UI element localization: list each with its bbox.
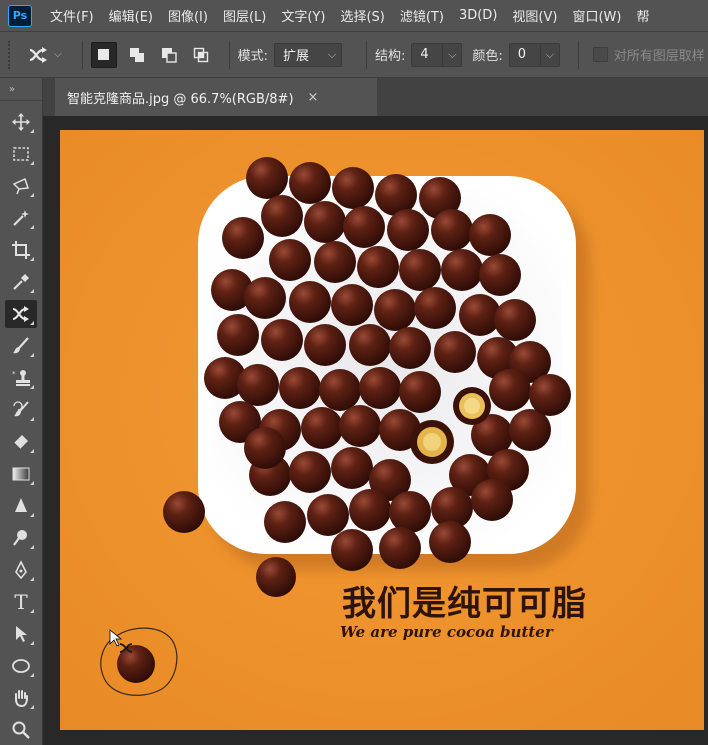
mode-value: 扩展 [282, 49, 309, 64]
tools-panel: » * T [0, 78, 43, 745]
menu-3d[interactable]: 3D(D) [459, 8, 497, 23]
menu-image[interactable]: 图像(I) [168, 6, 208, 25]
eyedropper-icon [13, 274, 29, 290]
path-select-icon [16, 626, 27, 642]
hand-icon [15, 690, 28, 708]
menu-bar: Ps 文件(F) 编辑(E) 图像(I) 图层(L) 文字(Y) 选择(S) 滤… [0, 0, 708, 31]
new-selection-button[interactable] [90, 41, 117, 68]
history-brush-tool[interactable] [5, 396, 37, 424]
dodge-icon [13, 530, 27, 546]
content-aware-move-icon [29, 46, 47, 63]
mode-label: 模式: [237, 49, 268, 64]
subtract-selection-button[interactable] [157, 43, 181, 67]
brush-tool[interactable] [5, 332, 37, 360]
options-grip[interactable] [8, 40, 16, 69]
lasso-icon [12, 177, 30, 195]
crop-icon [12, 241, 30, 259]
subline-text: We are pure cocoa butter [340, 623, 553, 641]
gradient-tool[interactable] [5, 460, 37, 488]
eraser-icon [13, 435, 28, 450]
lasso-tool[interactable] [5, 172, 37, 200]
structure-label: 结构: [374, 49, 406, 64]
menu-type[interactable]: 文字(Y) [281, 6, 325, 25]
marquee-tool[interactable] [5, 140, 37, 168]
clone-stamp-tool[interactable]: * [5, 364, 37, 392]
toolbar-collapse-icon[interactable]: » [0, 78, 42, 101]
divider [365, 40, 367, 69]
canvas-area[interactable]: 我们是纯可可脂 We are pure cocoa butter [43, 116, 708, 745]
intersect-selection-icon [193, 47, 208, 62]
chevron-down-icon: ⌵ [327, 47, 337, 61]
type-icon: T [14, 590, 28, 614]
structure-select[interactable]: 4 ⌵ [411, 42, 463, 67]
chevron-down-icon: ⌵ [539, 43, 559, 66]
move-icon [12, 113, 30, 131]
sample-all-layers-label: 对所有图层取样 [613, 49, 705, 64]
gradient-icon [12, 467, 30, 481]
color-label: 颜色: [472, 49, 503, 64]
content-aware-move-tool[interactable] [5, 300, 37, 328]
pen-icon [15, 560, 27, 580]
svg-text:*: * [12, 370, 16, 378]
menu-filter[interactable]: 滤镜(T) [400, 6, 444, 25]
menu-select[interactable]: 选择(S) [340, 6, 384, 25]
pen-tool[interactable] [5, 556, 37, 584]
new-selection-icon [98, 49, 110, 60]
structure-value: 4 [420, 47, 429, 62]
document-tab-bar: 智能克隆商品.jpg @ 66.7%(RGB/8#) × [43, 78, 708, 116]
magic-wand-icon [13, 210, 29, 226]
magic-wand-tool[interactable] [5, 204, 37, 232]
clone-stamp-icon: * [12, 370, 30, 386]
eraser-tool[interactable] [5, 428, 37, 456]
ellipse-tool[interactable] [5, 652, 37, 680]
color-value: 0 [517, 47, 527, 62]
menu-view[interactable]: 视图(V) [512, 6, 557, 25]
menu-window[interactable]: 窗口(W) [572, 6, 621, 25]
zoom-icon [12, 721, 30, 739]
subtract-selection-icon [161, 47, 177, 63]
eyedropper-tool[interactable] [5, 268, 37, 296]
blur-tool[interactable] [5, 492, 37, 520]
photoshop-logo-icon[interactable]: Ps [8, 4, 32, 27]
brush-icon [13, 337, 29, 354]
document-tab[interactable]: 智能克隆商品.jpg @ 66.7%(RGB/8#) × [55, 78, 377, 116]
sample-all-layers-checkbox[interactable] [592, 47, 608, 62]
ellipse-icon [12, 659, 30, 673]
document-tab-title: 智能克隆商品.jpg @ 66.7%(RGB/8#) [67, 91, 294, 107]
divider [81, 40, 83, 69]
divider [577, 40, 579, 69]
headline-text: 我们是纯可可脂 [342, 584, 587, 624]
crop-tool[interactable] [5, 236, 37, 264]
intersect-selection-button[interactable] [189, 43, 213, 67]
add-to-selection-button[interactable] [125, 43, 149, 67]
document-image[interactable]: 我们是纯可可脂 We are pure cocoa butter [60, 130, 704, 730]
history-brush-icon [13, 401, 29, 417]
content-aware-move-icon [12, 306, 29, 322]
tool-preset-picker[interactable]: ⌵ [28, 46, 62, 64]
mode-dropdown[interactable]: 扩展 ⌵ [273, 42, 342, 67]
menu-file[interactable]: 文件(F) [50, 6, 94, 25]
menu-edit[interactable]: 编辑(E) [109, 6, 153, 25]
type-tool[interactable]: T [5, 588, 37, 616]
move-tool[interactable] [5, 108, 37, 136]
chevron-down-icon: ⌵ [54, 49, 62, 60]
close-icon[interactable]: × [308, 90, 319, 105]
chevron-down-icon: ⌵ [442, 43, 461, 66]
menu-help[interactable]: 帮 [636, 6, 649, 25]
marquee-icon [13, 147, 29, 161]
zoom-tool[interactable] [5, 716, 37, 744]
divider [228, 40, 230, 69]
add-selection-icon [129, 47, 144, 62]
menu-layer[interactable]: 图层(L) [223, 6, 266, 25]
color-select[interactable]: 0 ⌵ [508, 42, 560, 67]
dodge-tool[interactable] [5, 524, 37, 552]
hand-tool[interactable] [5, 684, 37, 712]
options-bar: ⌵ 模式: 扩展 ⌵ 结构: 4 ⌵ 颜色: 0 ⌵ 对所有图层取样 [0, 31, 708, 78]
blur-icon [15, 498, 27, 512]
path-selection-tool[interactable] [5, 620, 37, 648]
